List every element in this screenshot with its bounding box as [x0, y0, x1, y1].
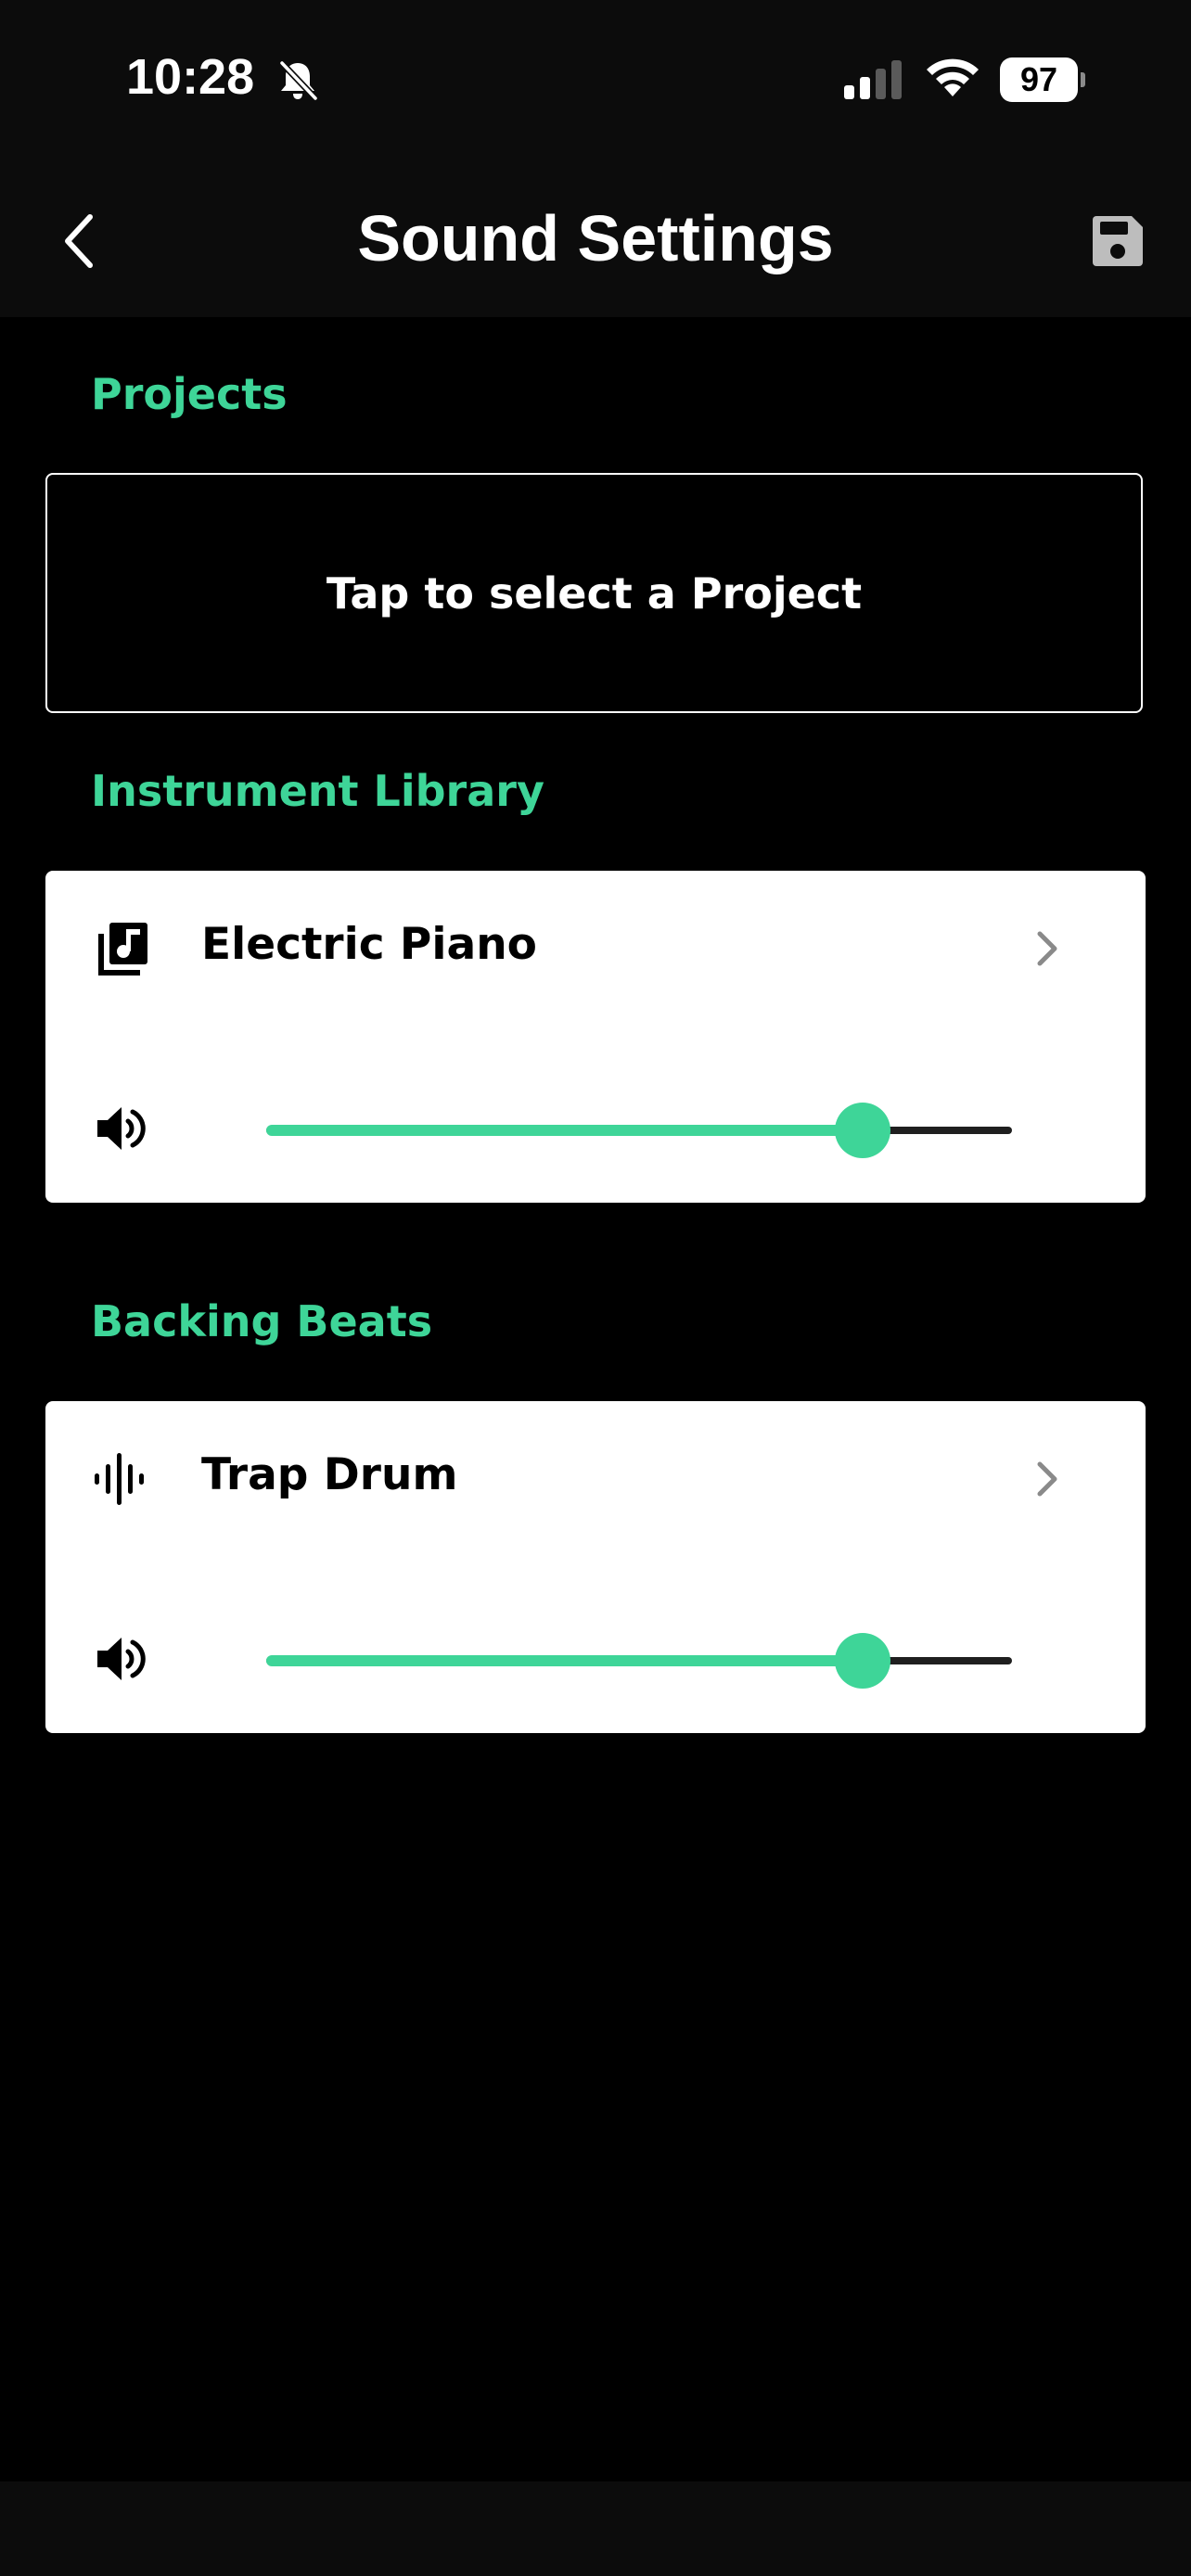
beats-select-row[interactable]: Trap Drum	[45, 1401, 1146, 1554]
slider-thumb[interactable]	[835, 1633, 890, 1689]
backing-beats-header: Backing Beats	[91, 1296, 433, 1346]
status-time: 10:28	[126, 49, 255, 105]
nav-bar: Sound Settings	[0, 162, 1191, 317]
instrument-library-header: Instrument Library	[91, 766, 544, 816]
battery-icon: 97	[1000, 57, 1078, 102]
battery-level: 97	[1019, 60, 1058, 98]
instrument-select-row[interactable]: Electric Piano	[45, 871, 1146, 1024]
instrument-name: Electric Piano	[201, 919, 537, 970]
cellular-signal-icon	[844, 60, 902, 99]
music-library-icon	[98, 923, 147, 976]
page-title: Sound Settings	[357, 202, 834, 274]
floppy-disk-icon	[1093, 216, 1143, 266]
chevron-right-icon	[1037, 931, 1057, 966]
slider-fill	[266, 1655, 863, 1666]
beat-name: Trap Drum	[201, 1449, 458, 1500]
instrument-volume-slider[interactable]	[266, 1103, 1064, 1158]
select-project-label: Tap to select a Project	[326, 567, 863, 618]
beats-volume-slider[interactable]	[266, 1633, 1064, 1689]
save-button[interactable]	[1076, 199, 1159, 283]
waveform-icon	[95, 1453, 144, 1505]
bottom-bar	[0, 2481, 1191, 2576]
battery-indicator: 97	[1000, 57, 1085, 102]
volume-icon	[97, 1638, 146, 1680]
battery-cap	[1081, 72, 1085, 87]
slider-thumb[interactable]	[835, 1103, 890, 1158]
slider-fill	[266, 1125, 863, 1136]
bell-slash-icon	[279, 60, 318, 101]
projects-header: Projects	[91, 369, 288, 419]
beats-card: Trap Drum	[45, 1401, 1146, 1733]
wifi-icon	[927, 58, 979, 96]
chevron-right-icon	[1037, 1461, 1057, 1497]
status-bar: 10:28 97	[0, 0, 1191, 162]
volume-icon	[97, 1107, 146, 1150]
instrument-card: Electric Piano	[45, 871, 1146, 1203]
select-project-button[interactable]: Tap to select a Project	[45, 473, 1143, 713]
